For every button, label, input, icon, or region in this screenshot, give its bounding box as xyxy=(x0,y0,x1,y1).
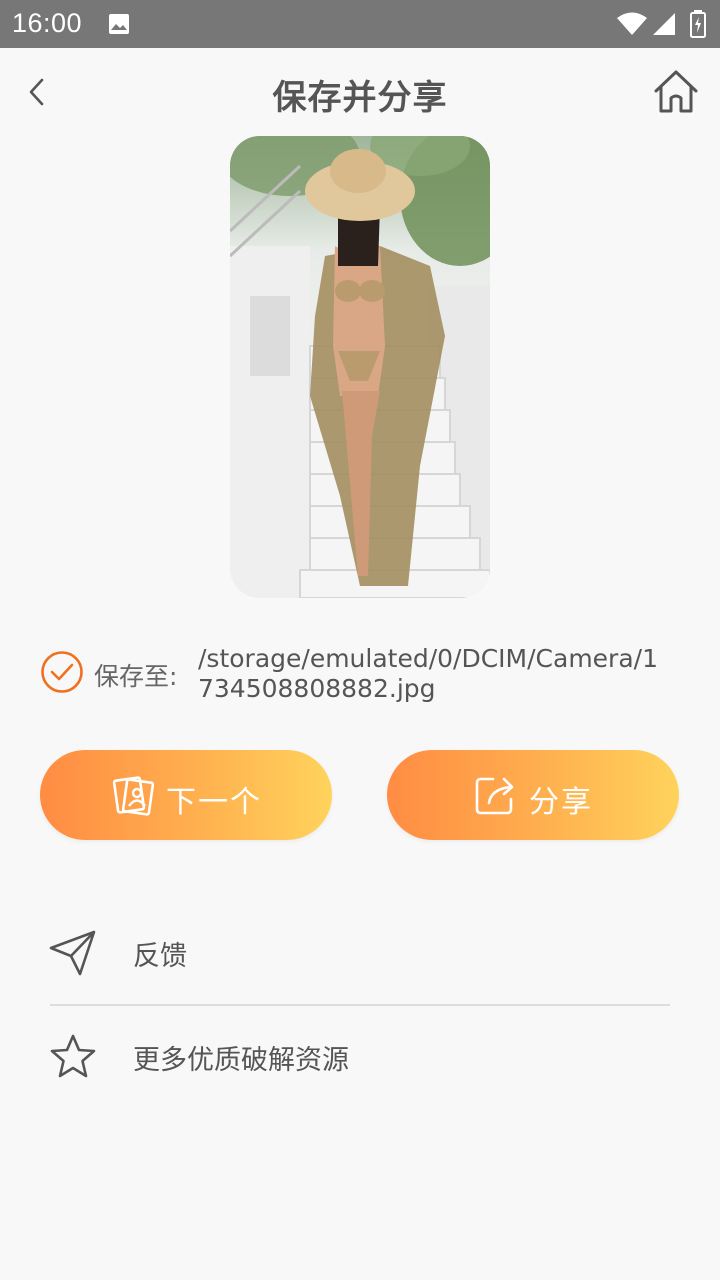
image-icon xyxy=(108,13,130,35)
share-button-label: 分享 xyxy=(529,785,593,820)
page-title: 保存并分享 xyxy=(272,78,448,118)
menu-item-feedback[interactable]: 反馈 xyxy=(40,912,680,992)
check-circle-icon xyxy=(41,651,83,693)
divider xyxy=(50,1004,670,1006)
status-time: 16:00 xyxy=(12,8,83,38)
star-icon xyxy=(50,1034,96,1078)
home-button[interactable] xyxy=(650,66,702,118)
save-location-row: 保存至: /storage/emulated/0/DCIM/Camera/173… xyxy=(40,644,680,704)
photo-card-icon xyxy=(112,776,155,816)
menu-item-label: 反馈 xyxy=(133,941,187,972)
wifi-icon xyxy=(616,12,648,36)
menu-item-more-resources[interactable]: 更多优质破解资源 xyxy=(40,1016,680,1096)
menu-item-label: 更多优质破解资源 xyxy=(133,1045,349,1076)
status-bar: 16:00 xyxy=(0,0,720,48)
next-button[interactable]: 下一个 xyxy=(40,750,332,840)
photo-preview xyxy=(230,136,490,598)
paper-plane-icon xyxy=(49,930,96,976)
signal-icon xyxy=(652,12,676,36)
header: 保存并分享 xyxy=(0,48,720,136)
share-icon xyxy=(475,777,514,815)
battery-icon xyxy=(690,10,706,38)
home-icon xyxy=(654,70,698,113)
next-button-label: 下一个 xyxy=(166,785,262,820)
save-location-label: 保存至: xyxy=(94,662,178,691)
save-path: /storage/emulated/0/DCIM/Camera/17345088… xyxy=(198,644,658,703)
share-button[interactable]: 分享 xyxy=(387,750,679,840)
